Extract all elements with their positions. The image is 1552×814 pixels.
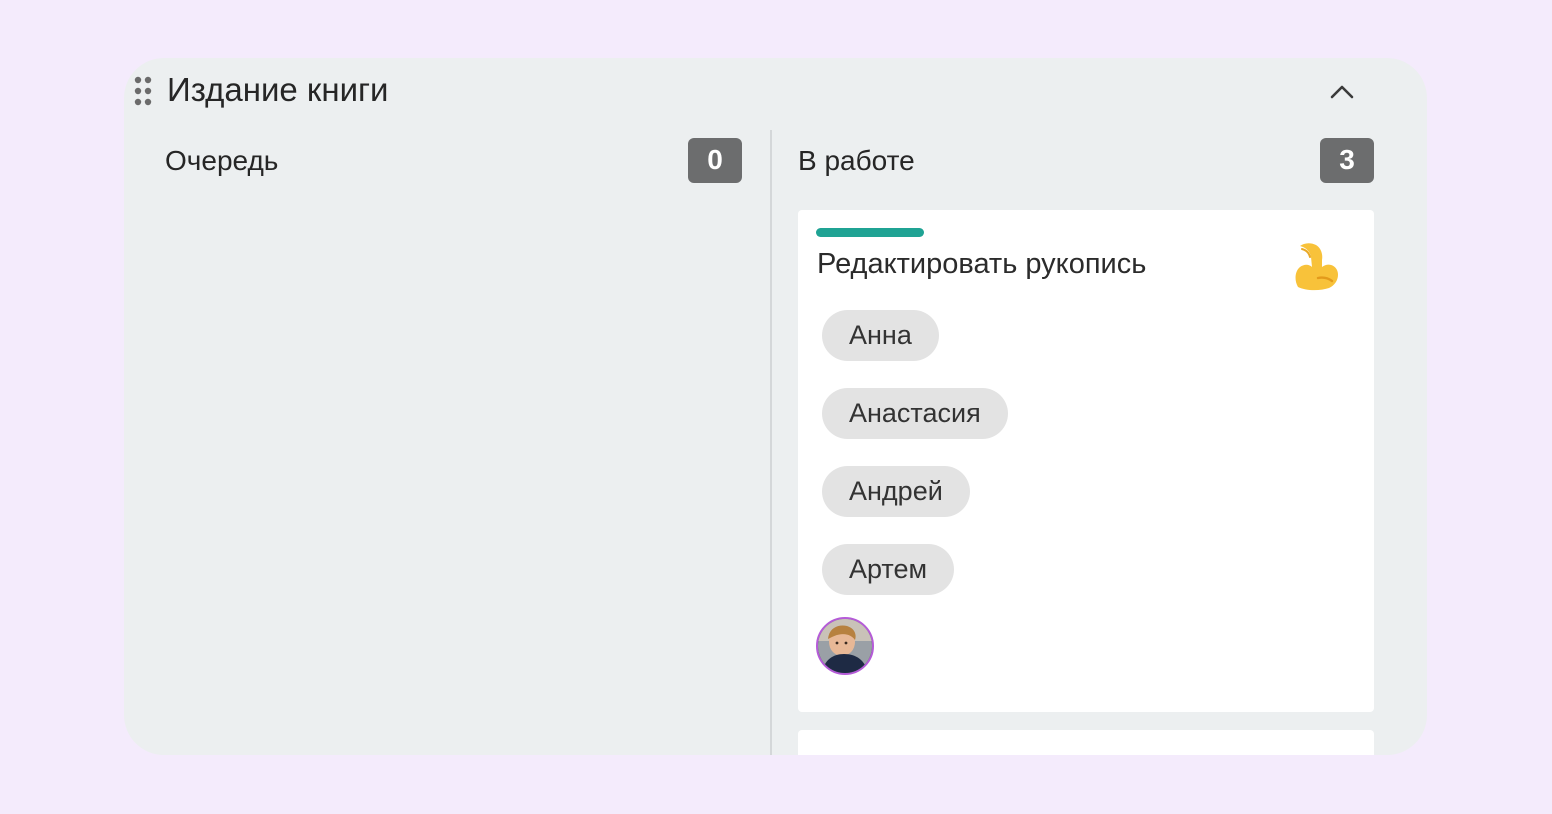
column-count-badge-queue: 0: [688, 138, 742, 183]
column-title-queue: Очередь: [165, 145, 279, 176]
collapse-button[interactable]: [1326, 76, 1358, 106]
chevron-up-icon: [1330, 85, 1354, 99]
flexed-biceps-icon: [1288, 240, 1342, 294]
task-card[interactable]: Редактировать рукопись Анна Анастасия Ан…: [798, 210, 1374, 712]
drag-handle-icon[interactable]: [133, 76, 153, 106]
next-task-card[interactable]: [798, 730, 1374, 755]
assignee-tag[interactable]: Анастасия: [822, 388, 1008, 439]
column-divider: [770, 130, 772, 755]
assignee-tag[interactable]: Артем: [822, 544, 955, 595]
card-color-stripe: [816, 228, 924, 237]
column-title-in-progress: В работе: [798, 145, 915, 176]
column-count-badge-in-progress: 3: [1320, 138, 1374, 183]
assignee-tag[interactable]: Анна: [822, 310, 939, 361]
user-avatar[interactable]: [816, 617, 874, 675]
board-title: Издание книги: [167, 71, 389, 108]
card-title: Редактировать рукопись: [817, 248, 1147, 280]
assignee-tag[interactable]: Андрей: [822, 466, 970, 517]
board-panel: Издание книги Очередь 0 В работе 3 Редак…: [124, 58, 1427, 755]
